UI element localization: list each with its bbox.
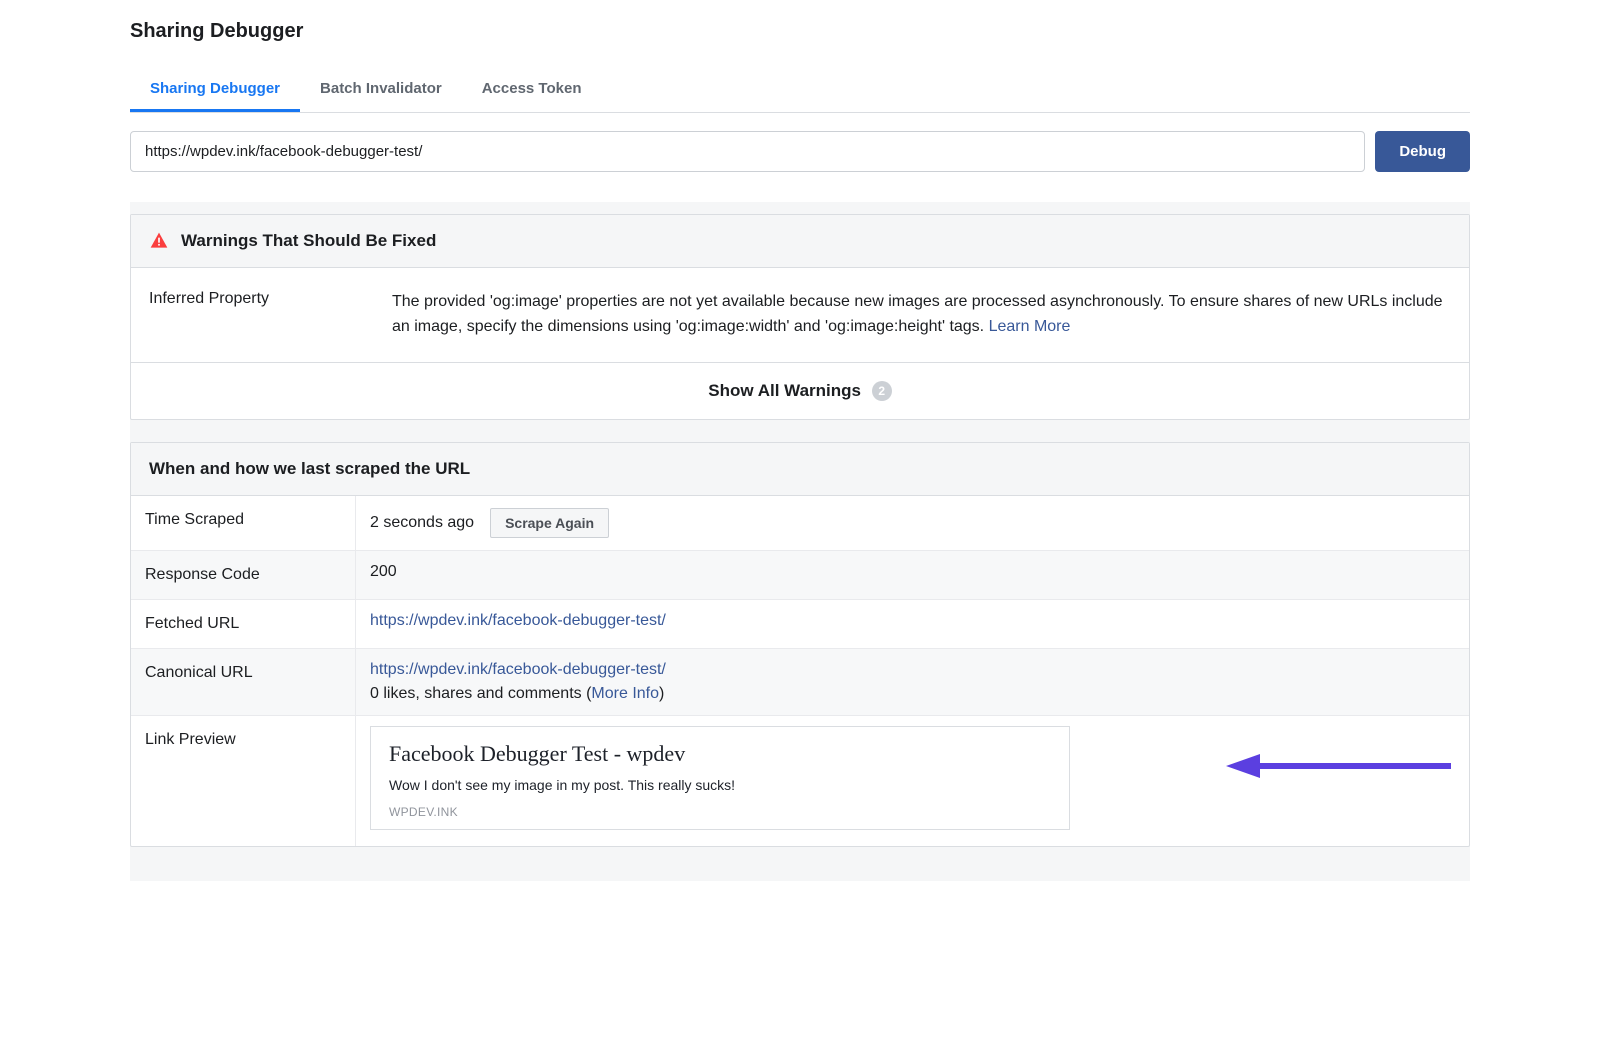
tab-access-token[interactable]: Access Token xyxy=(462,68,602,112)
debug-button[interactable]: Debug xyxy=(1375,131,1470,172)
response-code-value: 200 xyxy=(356,551,1469,599)
warning-icon xyxy=(149,231,169,251)
scrape-panel: When and how we last scraped the URL Tim… xyxy=(130,442,1470,847)
show-all-warnings[interactable]: Show All Warnings 2 xyxy=(131,363,1469,420)
preview-title: Facebook Debugger Test - wpdev xyxy=(389,741,1051,767)
canonical-meta: 0 likes, shares and comments ( xyxy=(370,685,591,702)
scrape-again-button[interactable]: Scrape Again xyxy=(490,508,609,538)
warnings-count-badge: 2 xyxy=(872,381,892,401)
canonical-url-label: Canonical URL xyxy=(131,649,356,715)
tab-batch-invalidator[interactable]: Batch Invalidator xyxy=(300,68,462,112)
fetched-url-label: Fetched URL xyxy=(131,600,356,648)
response-code-label: Response Code xyxy=(131,551,356,599)
time-scraped-label: Time Scraped xyxy=(131,496,356,550)
tabs: Sharing Debugger Batch Invalidator Acces… xyxy=(130,68,1470,113)
canonical-url-link[interactable]: https://wpdev.ink/facebook-debugger-test… xyxy=(370,661,666,678)
time-scraped-value: 2 seconds ago xyxy=(370,514,474,532)
url-input[interactable] xyxy=(130,131,1365,172)
warnings-header: Warnings That Should Be Fixed xyxy=(131,215,1469,268)
page-title: Sharing Debugger xyxy=(130,20,1470,43)
preview-description: Wow I don't see my image in my post. Thi… xyxy=(389,777,1051,793)
warning-row-label: Inferred Property xyxy=(149,290,374,340)
warnings-title: Warnings That Should Be Fixed xyxy=(181,231,436,251)
scrape-header: When and how we last scraped the URL xyxy=(131,443,1469,496)
warnings-panel: Warnings That Should Be Fixed Inferred P… xyxy=(130,214,1470,420)
tab-sharing-debugger[interactable]: Sharing Debugger xyxy=(130,68,300,112)
warning-row-text: The provided 'og:image' properties are n… xyxy=(392,290,1451,340)
more-info-link[interactable]: More Info xyxy=(591,685,659,702)
annotation-arrow-icon xyxy=(1226,746,1456,786)
learn-more-link[interactable]: Learn More xyxy=(989,318,1071,335)
link-preview-label: Link Preview xyxy=(131,716,356,846)
link-preview-card: Facebook Debugger Test - wpdev Wow I don… xyxy=(370,726,1070,830)
preview-domain: WPDEV.INK xyxy=(389,805,1051,819)
fetched-url-link[interactable]: https://wpdev.ink/facebook-debugger-test… xyxy=(370,612,666,629)
